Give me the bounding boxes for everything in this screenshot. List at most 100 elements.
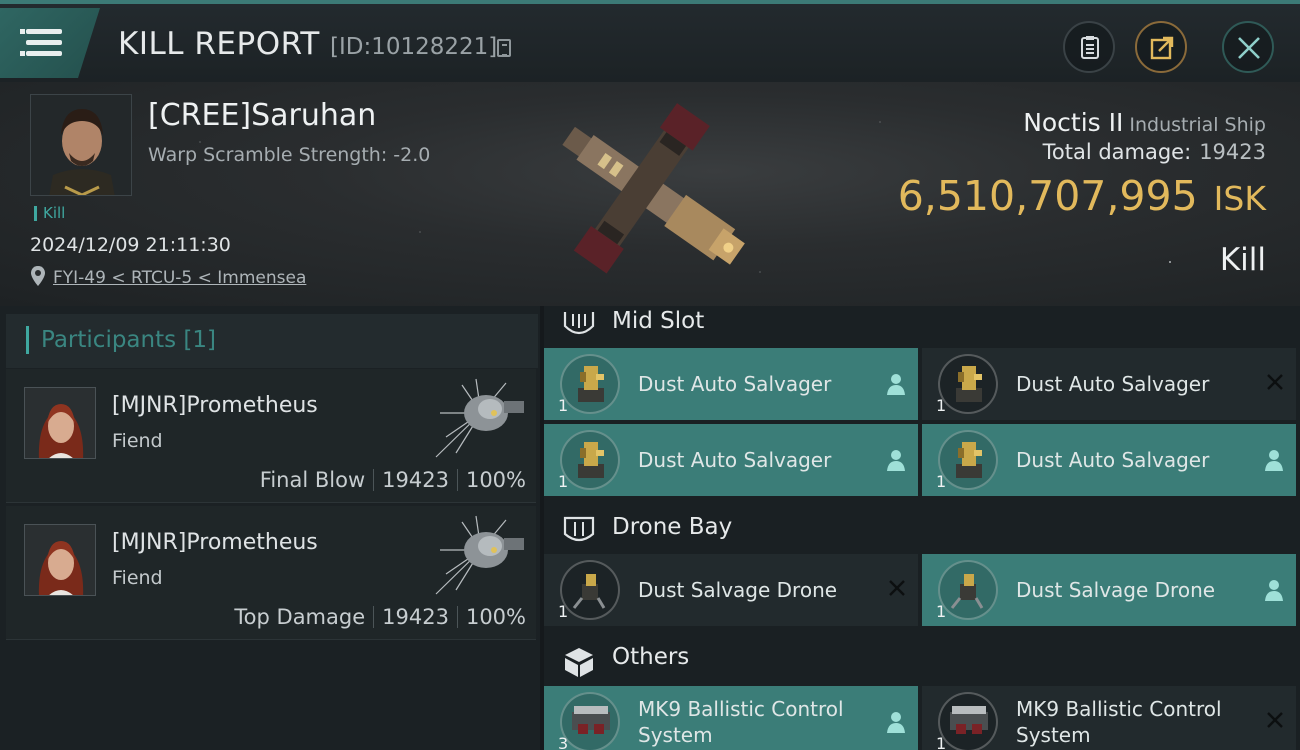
clipboard-button[interactable] bbox=[1063, 21, 1115, 73]
participant-stats: Top Damage 19423 100% bbox=[234, 605, 526, 629]
module-name: MK9 Ballistic Control System bbox=[1016, 697, 1222, 747]
module-quantity: 1 bbox=[936, 734, 947, 750]
participant-role: Top Damage bbox=[234, 605, 366, 629]
person-icon bbox=[887, 450, 905, 471]
salvage-drone-icon bbox=[572, 574, 606, 609]
module-item[interactable]: 1 Dust Auto Salvager bbox=[544, 424, 918, 496]
module-quantity: 1 bbox=[936, 602, 947, 621]
module-name: Dust Auto Salvager bbox=[1016, 448, 1210, 472]
person-icon bbox=[1265, 450, 1283, 471]
ship-name-text: Noctis II bbox=[1023, 108, 1124, 137]
others-title: Others bbox=[612, 644, 690, 670]
module-item[interactable]: 3 MK9 Ballistic Control System bbox=[544, 686, 918, 750]
participant-avatar[interactable] bbox=[24, 524, 96, 596]
location-pin-icon bbox=[31, 266, 45, 286]
x-icon bbox=[1267, 712, 1283, 728]
participant-avatar[interactable] bbox=[24, 387, 96, 459]
victim-ship-image bbox=[562, 103, 745, 274]
share-button[interactable] bbox=[1135, 21, 1187, 73]
participant-ship: Fiend bbox=[112, 567, 163, 589]
victim-name[interactable]: [CREE]Saruhan bbox=[148, 98, 376, 133]
drone-bay-title: Drone Bay bbox=[612, 514, 733, 540]
participant-stats: Final Blow 19423 100% bbox=[260, 468, 526, 492]
module-quantity: 1 bbox=[558, 472, 569, 491]
kill-result: Kill bbox=[1219, 242, 1266, 278]
participant-name[interactable]: [MJNR]Prometheus bbox=[112, 393, 318, 418]
module-item[interactable]: 1 MK9 Ballistic Control System bbox=[922, 686, 1296, 750]
mid-slot-icon bbox=[563, 312, 595, 335]
top-bar: KILL REPORT [ID:10128221] bbox=[0, 0, 1300, 82]
participant-ship-image bbox=[435, 378, 524, 458]
menu-button[interactable] bbox=[0, 8, 100, 78]
module-quantity: 1 bbox=[936, 396, 947, 415]
isk-unit: ISK bbox=[1213, 179, 1266, 218]
participant-ship: Fiend bbox=[112, 430, 163, 452]
report-id: [ID:10128221] bbox=[330, 34, 498, 60]
ship-class: Industrial Ship bbox=[1129, 114, 1266, 136]
module-quantity: 1 bbox=[936, 472, 947, 491]
auto-salvager-icon bbox=[956, 442, 982, 478]
mid-slot-header: Mid Slot bbox=[544, 306, 1300, 346]
participant-row[interactable]: [MJNR]Prometheus Fiend Final Blow 19423 10… bbox=[6, 369, 536, 503]
auto-salvager-icon bbox=[578, 442, 604, 478]
isk-amount: 6,510,707,995 bbox=[897, 172, 1198, 220]
person-icon bbox=[1265, 580, 1283, 601]
location-link[interactable]: FYI-49 < RTCU-5 < Immensea bbox=[53, 268, 306, 288]
module-name: Dust Auto Salvager bbox=[638, 448, 832, 472]
module-item[interactable]: 1 Dust Auto Salvager bbox=[544, 348, 918, 420]
module-name: Dust Salvage Drone bbox=[638, 578, 838, 602]
fitting-panel: Mid Slot 1 Dust Auto Salvager 1 Dust Aut… bbox=[544, 306, 1300, 750]
module-name: Dust Auto Salvager bbox=[638, 372, 832, 396]
close-icon bbox=[1238, 37, 1260, 59]
salvage-drone-icon bbox=[950, 574, 984, 609]
module-quantity: 1 bbox=[558, 602, 569, 621]
victim-ship-name[interactable]: Noctis II Industrial Ship bbox=[1023, 108, 1266, 137]
module-item[interactable]: 1 Dust Salvage Drone bbox=[544, 554, 918, 626]
auto-salvager-icon bbox=[956, 366, 982, 402]
menu-icon bbox=[20, 29, 62, 34]
total-damage-label: Total damage: bbox=[1042, 140, 1192, 164]
module-name: Dust Auto Salvager bbox=[1016, 372, 1210, 396]
cargo-box-icon bbox=[565, 648, 593, 677]
warp-scramble-strength: Warp Scramble Strength: -2.0 bbox=[148, 144, 431, 166]
module-item[interactable]: 1 Dust Auto Salvager bbox=[922, 348, 1296, 420]
total-damage: Total damage: 19423 bbox=[1043, 140, 1266, 164]
participant-name[interactable]: [MJNR]Prometheus bbox=[112, 530, 318, 555]
others-header: Others bbox=[544, 642, 1300, 682]
person-icon bbox=[887, 374, 905, 395]
module-name: Dust Salvage Drone bbox=[1016, 578, 1216, 602]
module-item[interactable]: 1 Dust Salvage Drone bbox=[922, 554, 1296, 626]
participants-header: Participants [1] bbox=[6, 314, 538, 368]
copy-icon[interactable] bbox=[497, 39, 511, 57]
total-damage-value: 19423 bbox=[1199, 140, 1266, 164]
ballistic-control-icon bbox=[572, 706, 610, 734]
participant-row[interactable]: [MJNR]Prometheus Fiend Top Damage 19423 10… bbox=[6, 506, 536, 640]
kill-type-tag: Kill bbox=[34, 206, 65, 221]
page-title: KILL REPORT bbox=[118, 26, 320, 62]
participants-title: Participants [1] bbox=[26, 326, 216, 354]
drone-bay-header: Drone Bay bbox=[544, 512, 1300, 552]
x-icon bbox=[889, 580, 905, 596]
participant-damage: 19423 bbox=[382, 605, 449, 629]
clipboard-icon bbox=[1081, 36, 1099, 59]
participant-ship-image bbox=[435, 515, 524, 595]
module-quantity: 1 bbox=[558, 396, 569, 415]
participant-percent: 100% bbox=[465, 468, 526, 492]
victim-portrait[interactable] bbox=[30, 94, 132, 196]
participant-percent: 100% bbox=[465, 605, 526, 629]
drone-bay-icon bbox=[563, 516, 595, 542]
module-quantity: 3 bbox=[558, 734, 569, 750]
victim-summary: [CREE]Saruhan Warp Scramble Strength: -2… bbox=[0, 82, 1300, 306]
participant-damage: 19423 bbox=[382, 468, 449, 492]
x-icon bbox=[1267, 374, 1283, 390]
mid-slot-title: Mid Slot bbox=[612, 308, 705, 334]
participants-panel: Participants [1] [MJNR]Prometheus Fiend bbox=[0, 306, 540, 750]
share-icon bbox=[1150, 36, 1174, 60]
participant-role: Final Blow bbox=[259, 468, 366, 492]
ballistic-control-icon bbox=[950, 706, 988, 734]
close-button[interactable] bbox=[1222, 21, 1274, 73]
person-icon bbox=[887, 712, 905, 733]
module-name: MK9 Ballistic Control System bbox=[638, 697, 844, 747]
module-item[interactable]: 1 Dust Auto Salvager bbox=[922, 424, 1296, 496]
isk-value: 6,510,707,995 ISK bbox=[898, 172, 1266, 220]
